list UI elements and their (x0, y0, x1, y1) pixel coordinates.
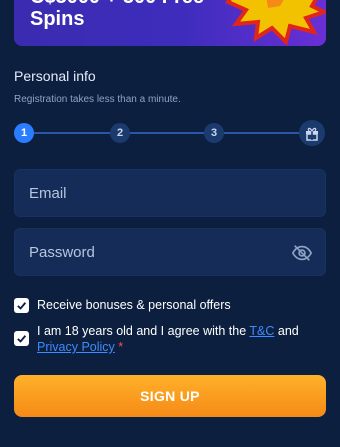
offers-consent-row[interactable]: Receive bonuses & personal offers (14, 297, 231, 313)
required-mark: * (114, 340, 124, 354)
gift-icon (306, 127, 318, 141)
stepper-line (26, 132, 312, 134)
privacy-policy-link[interactable]: Privacy Policy (37, 340, 115, 354)
step-3: 3 (204, 123, 224, 143)
terms-checkbox[interactable] (14, 331, 29, 346)
signup-button[interactable]: SIGN UP (14, 375, 326, 417)
tc-link[interactable]: T&C (249, 324, 274, 338)
promo-burst-icon (225, 0, 326, 46)
promo-banner[interactable]: C$3000 + 300 Free Spins (14, 0, 326, 46)
promo-line-1: C$3000 + 300 Free (30, 0, 204, 8)
gift-step-icon (299, 120, 325, 146)
checkmark-icon (17, 302, 27, 310)
offers-checkbox[interactable] (14, 298, 29, 313)
terms-consent-row[interactable]: I am 18 years old and I agree with the T… (14, 323, 326, 355)
offers-label: Receive bonuses & personal offers (37, 298, 231, 312)
email-field-wrapper (14, 169, 326, 217)
section-subtitle: Registration takes less than a minute. (14, 94, 181, 105)
section-title: Personal info (14, 68, 96, 84)
promo-text: C$3000 + 300 Free Spins (30, 0, 204, 30)
password-field-wrapper (14, 228, 326, 276)
email-field[interactable] (15, 170, 325, 216)
terms-prefix: I am 18 years old and I agree with the (37, 324, 250, 338)
checkmark-icon (17, 335, 27, 343)
terms-middle: and (274, 324, 299, 338)
promo-line-2: Spins (30, 8, 85, 30)
step-2: 2 (110, 123, 130, 143)
eye-off-icon[interactable] (291, 242, 313, 264)
registration-stepper: 1 2 3 (14, 120, 326, 146)
password-field[interactable] (15, 229, 325, 275)
terms-label: I am 18 years old and I agree with the T… (37, 323, 299, 355)
step-1: 1 (14, 123, 34, 143)
